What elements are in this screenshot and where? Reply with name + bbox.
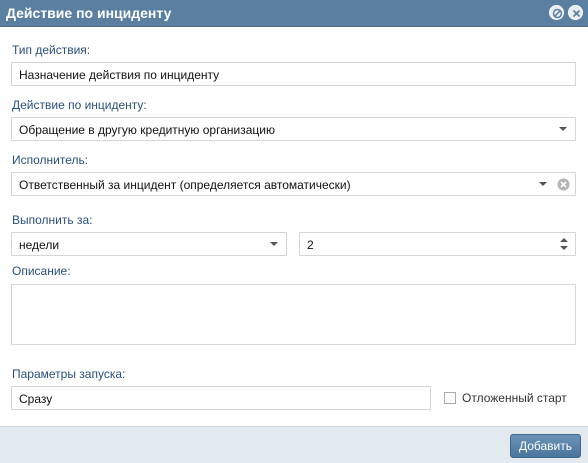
period-unit-value: недели: [19, 238, 60, 252]
incident-action-value: Обращение в другую кредитную организацию: [19, 123, 275, 137]
dropdown-icon: [270, 242, 278, 246]
incident-action-dialog: Действие по инциденту Тип действия: Назн…: [0, 0, 588, 463]
clear-icon[interactable]: [557, 178, 570, 191]
period-amount-stepper[interactable]: 2: [299, 232, 576, 256]
description-label: Описание:: [12, 264, 71, 278]
add-button[interactable]: Добавить: [510, 434, 581, 458]
executor-label: Исполнитель:: [12, 153, 89, 167]
launch-params-label: Параметры запуска:: [12, 367, 126, 381]
description-textarea[interactable]: [11, 284, 576, 345]
action-type-field[interactable]: Назначение действия по инциденту: [11, 62, 576, 86]
dropdown-icon: [559, 127, 567, 131]
dialog-titlebar: Действие по инциденту: [0, 0, 588, 27]
complete-in-label: Выполнить за:: [12, 213, 93, 227]
period-unit-select[interactable]: недели: [11, 232, 287, 256]
dropdown-icon[interactable]: [537, 173, 549, 195]
minimize-button[interactable]: [549, 5, 564, 20]
stepper-icon[interactable]: [558, 233, 570, 255]
deferred-start-label[interactable]: Отложенный старт: [462, 391, 567, 405]
deferred-start-checkbox[interactable]: [444, 392, 456, 404]
executor-value: Ответственный за инцидент (определяется …: [19, 178, 351, 192]
executor-select[interactable]: Ответственный за инцидент (определяется …: [11, 172, 576, 196]
incident-action-label: Действие по инциденту:: [12, 98, 147, 112]
close-icon: [572, 9, 581, 18]
launch-params-value: Сразу: [19, 392, 53, 406]
launch-params-field[interactable]: Сразу: [11, 386, 431, 410]
action-type-value: Назначение действия по инциденту: [19, 68, 220, 82]
period-amount-value: 2: [307, 238, 314, 252]
action-type-label: Тип действия:: [12, 43, 91, 57]
dialog-footer: Добавить: [0, 426, 588, 463]
close-button[interactable]: [568, 5, 583, 20]
incident-action-select[interactable]: Обращение в другую кредитную организацию: [11, 117, 576, 141]
dialog-title: Действие по инциденту: [6, 5, 172, 21]
circle-slash-icon: [552, 8, 563, 19]
